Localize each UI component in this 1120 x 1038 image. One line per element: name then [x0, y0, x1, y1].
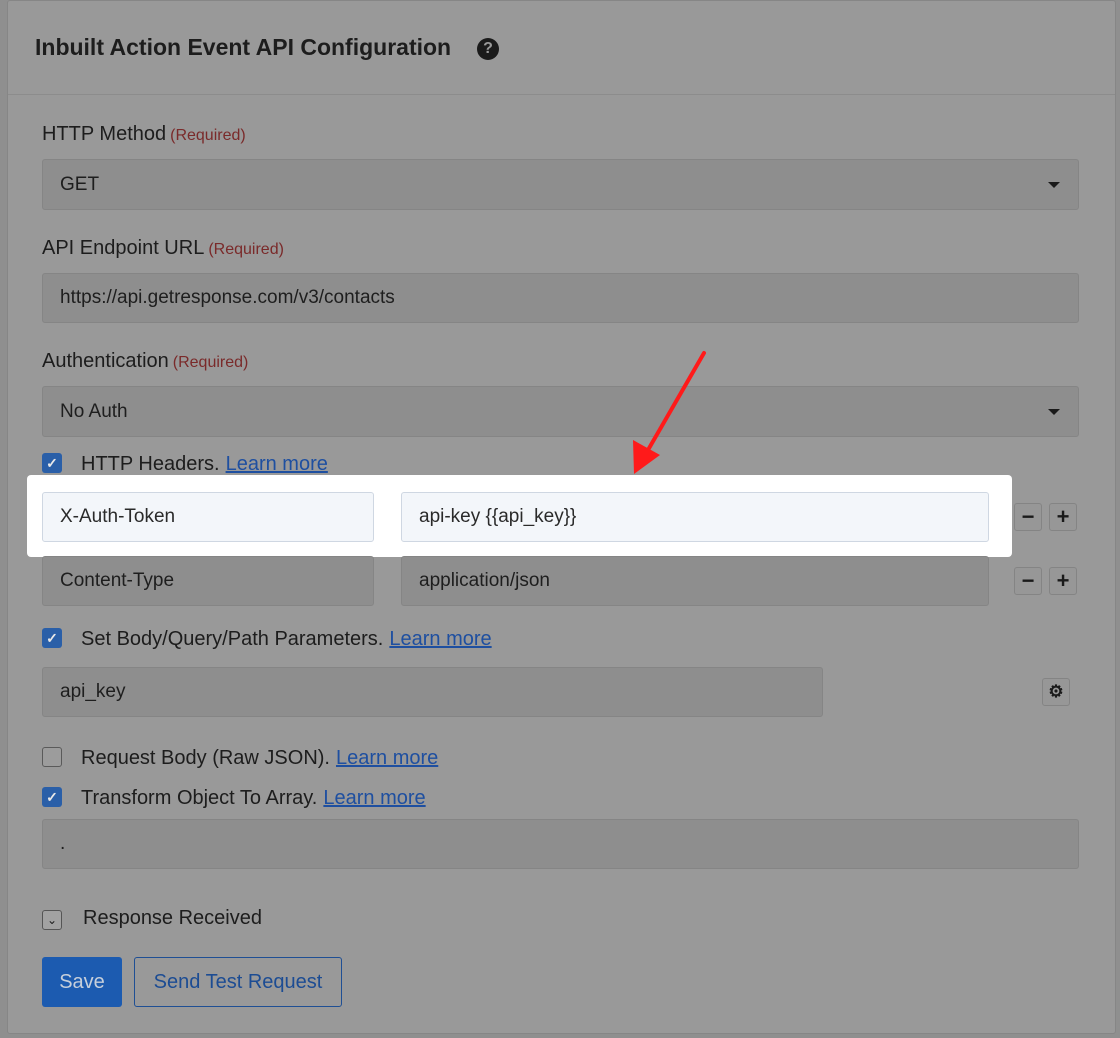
annotation-arrow-icon	[633, 351, 706, 474]
arrow-shaft	[646, 351, 706, 452]
arrow-head	[633, 440, 660, 474]
